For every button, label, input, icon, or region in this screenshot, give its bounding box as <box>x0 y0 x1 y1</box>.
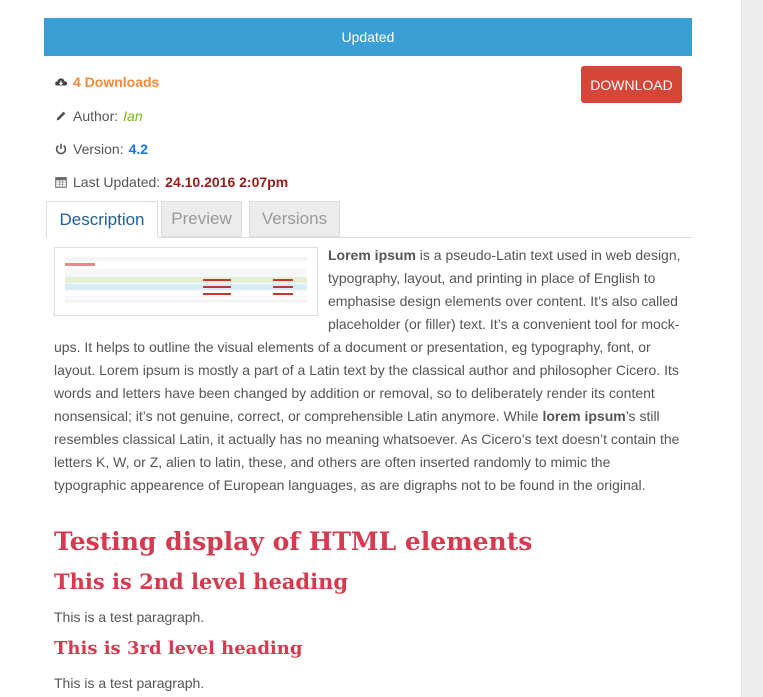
heading-level-2: This is 2nd level heading <box>54 569 349 594</box>
tab-preview[interactable]: Preview <box>161 201 242 237</box>
updated-value: 24.10.2016 2:07pm <box>165 174 289 190</box>
heading-level-3: This is 3rd level heading <box>54 638 303 659</box>
tab-versions[interactable]: Versions <box>249 201 340 237</box>
calendar-icon <box>55 177 67 188</box>
download-button[interactable]: DOWNLOAD <box>581 66 682 103</box>
author-name[interactable]: Ian <box>123 108 142 124</box>
cloud-download-icon <box>55 78 68 86</box>
screenshot-thumbnail[interactable] <box>54 247 318 316</box>
tab-description[interactable]: Description <box>46 201 158 238</box>
test-paragraph-1: This is a test paragraph. <box>54 609 205 625</box>
download-button-label: DOWNLOAD <box>590 76 673 93</box>
tab-preview-label: Preview <box>171 209 232 228</box>
author-label: Author: <box>73 108 119 124</box>
downloads-count: 4 Downloads <box>73 74 160 90</box>
version-row: Version: 4.2 <box>54 141 148 157</box>
downloads-row: 4 Downloads <box>54 74 159 90</box>
banner-text: Updated <box>341 29 395 45</box>
lorem-ipsum-bold: Lorem ipsum <box>328 247 416 263</box>
updated-banner: Updated <box>44 18 692 56</box>
thumbnail-image <box>55 248 317 315</box>
last-updated-row: Last Updated: 24.10.2016 2:07pm <box>54 174 288 190</box>
power-icon <box>55 143 67 155</box>
tab-versions-label: Versions <box>261 209 328 228</box>
heading-level-1: Testing display of HTML elements <box>54 527 533 556</box>
tab-bar: Description Preview Versions <box>46 201 692 238</box>
author-row: Author: Ian <box>54 108 143 124</box>
updated-label: Last Updated: <box>73 174 161 190</box>
pencil-icon <box>56 111 66 121</box>
test-paragraph-2: This is a test paragraph. <box>54 675 205 691</box>
page-scrollbar-track[interactable] <box>741 0 763 697</box>
version-value: 4.2 <box>128 141 149 157</box>
tab-description-label: Description <box>59 209 145 229</box>
version-label: Version: <box>73 141 124 157</box>
lorem-ipsum-bold-2: lorem ipsum <box>542 408 626 424</box>
